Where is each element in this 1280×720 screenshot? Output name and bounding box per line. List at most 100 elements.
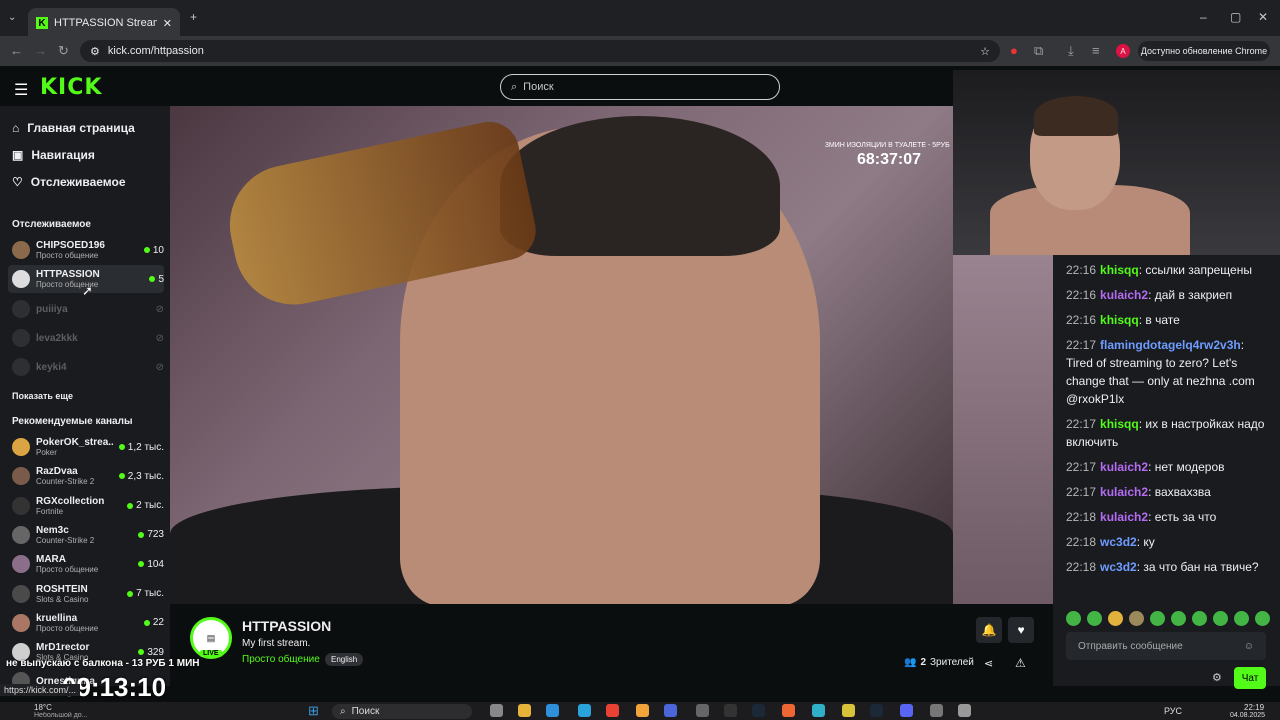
chat-send-button[interactable]: Чат [1234,667,1266,689]
telegram-icon[interactable] [578,704,591,717]
kick-logo[interactable]: KICK [40,75,102,100]
taskbar-search[interactable]: ⌕ Поиск [332,704,472,719]
discord-icon[interactable] [900,704,913,717]
reload-icon[interactable]: ↻ [58,43,69,59]
back-icon[interactable]: ← [10,43,23,58]
reading-list-icon[interactable]: ≡ [1092,43,1100,58]
emote-icon[interactable] [1087,611,1102,626]
report-warning-icon[interactable]: ⚠ [1015,656,1026,670]
input-language[interactable]: РУС [1164,706,1182,716]
chat-username[interactable]: kulaich2 [1100,485,1148,499]
emote-icon[interactable] [1129,611,1144,626]
sidebar-recommended-channel[interactable]: RazDvaa Counter-Strike 2 2,3 тыс. [8,462,164,490]
close-window-icon[interactable]: ✕ [1258,10,1268,24]
steam-icon[interactable] [870,704,883,717]
chat-username[interactable]: khisqq [1100,313,1139,327]
emote-icon[interactable] [1108,611,1123,626]
chat-username[interactable]: kulaich2 [1100,460,1148,474]
chat-username[interactable]: khisqq [1100,417,1139,431]
clock-time[interactable]: 22:19 [1244,703,1264,712]
app-icon[interactable] [842,704,855,717]
share-icon[interactable]: ⋖ [984,657,993,670]
sidebar-nav-browse[interactable]: ▣ Навигация [12,148,95,162]
sidebar-recommended-channel[interactable]: kruellina Просто общение 22 [8,609,164,637]
extensions-puzzle-icon[interactable]: ⧉ [1034,43,1043,59]
search-input[interactable]: ⌕ Поиск [500,74,780,100]
live-dot-icon [138,531,145,538]
emote-icon[interactable] [1192,611,1207,626]
extension-icon[interactable]: ● [1010,43,1018,58]
app-icon[interactable] [636,704,649,717]
new-tab-icon[interactable]: + [190,10,197,24]
chrome-update-button[interactable]: Доступно обновление Chrome [1138,41,1270,61]
sidebar-channel-keyki4[interactable]: keyki4 ⊘ [8,353,164,381]
show-more-link[interactable]: Показать еще [12,391,73,401]
app-icon[interactable] [664,704,677,717]
emoji-picker-icon[interactable]: ☺ [1244,641,1254,652]
edge-icon[interactable] [546,704,559,717]
chat-username[interactable]: wc3d2 [1100,535,1137,549]
emote-icon[interactable] [1150,611,1165,626]
task-view-icon[interactable] [490,704,503,717]
chat-username[interactable]: kulaich2 [1100,510,1148,524]
bookmark-star-icon[interactable]: ☆ [980,45,990,58]
download-icon[interactable]: ⤓ [1068,43,1074,59]
chrome-icon[interactable] [606,704,619,717]
sidebar-channel-leva2kkk[interactable]: leva2kkk ⊘ [8,324,164,352]
sidebar-nav-following[interactable]: ♡ Отслеживаемое [12,175,126,189]
emote-icon[interactable] [1234,611,1249,626]
sidebar-channel-puiiiya[interactable]: puiiiya ⊘ [8,295,164,323]
notification-bell-icon[interactable]: 🔔 [976,617,1002,643]
yandex-browser-icon[interactable] [782,704,795,717]
app-icon[interactable] [812,704,825,717]
stream-category-link[interactable]: Просто общение [242,654,320,665]
emote-icon[interactable] [1255,611,1270,626]
weather-temp[interactable]: 18°C [34,703,52,712]
tab-close-icon[interactable]: ✕ [163,17,172,30]
tab-search-icon[interactable]: ⌄ [8,12,16,23]
chat-message-input[interactable]: Отправить сообщение ☺ [1066,632,1266,660]
channel-name: RGXcollection [36,495,105,507]
channel-name[interactable]: HTTPASSION [242,618,331,634]
minimize-icon[interactable]: – [1200,10,1207,24]
viewer-count: 723 [138,529,164,540]
language-tag[interactable]: English [325,653,364,666]
sidebar-recommended-channel[interactable]: PokerOK_strea... Poker 1,2 тыс. [8,433,164,461]
maximize-icon[interactable]: ▢ [1230,10,1241,24]
channel-name: MARA [36,554,66,566]
chat-username[interactable]: flamingdotagelq4rw2v3h [1100,338,1241,352]
sidebar-nav-home[interactable]: ⌂ Главная страница [12,121,135,135]
browser-tab[interactable]: K HTTPASSION Stream - Wat ✕ [28,8,180,38]
url-field[interactable]: ⚙ kick.com/httpassion ☆ [80,40,1000,62]
steam-icon[interactable] [752,704,765,717]
forward-icon[interactable]: → [34,43,47,58]
emote-icon[interactable] [1171,611,1186,626]
chat-colon: : [1148,288,1155,302]
calculator-icon[interactable] [958,704,971,717]
sidebar-recommended-channel[interactable]: MARA Просто общение 104 [8,550,164,578]
chat-username[interactable]: kulaich2 [1100,288,1148,302]
sidebar-recommended-channel[interactable]: Nem3c Counter-Strike 2 723 [8,521,164,549]
sidebar-channel-chipsoed196[interactable]: CHIPSOED196 Просто общение 10 [8,236,164,264]
emote-icon[interactable] [1213,611,1228,626]
chat-username[interactable]: wc3d2 [1100,560,1137,574]
kick-favicon-icon: K [36,17,48,29]
chat-settings-gear-icon[interactable]: ⚙ [1212,671,1222,684]
live-dot-icon [118,444,125,450]
app-icon[interactable] [930,704,943,717]
chat-text: ку [1143,535,1155,549]
chat-username[interactable]: khisqq [1100,263,1139,277]
video-player[interactable]: 3МИН ИЗОЛЯЦИИ В ТУАЛЕТЕ - 5РУБ 68:37:07 [170,106,953,604]
follow-heart-icon[interactable]: ♥ [1008,617,1034,643]
chat-timestamp: 22:16 [1066,288,1097,302]
hamburger-menu-icon[interactable]: ☰ [14,80,28,100]
file-explorer-icon[interactable] [518,704,531,717]
sidebar-recommended-channel[interactable]: ROSHTEIN Slots & Casino 7 тыс. [8,580,164,608]
app-icon[interactable] [696,704,709,717]
app-icon[interactable] [724,704,737,717]
windows-start-icon[interactable]: ⊞ [308,703,319,719]
site-info-icon[interactable]: ⚙ [90,45,100,58]
emote-icon[interactable] [1066,611,1081,626]
sidebar-recommended-channel[interactable]: RGXcollection Fortnite 2 тыс. [8,492,164,520]
profile-avatar[interactable]: A [1116,44,1130,58]
